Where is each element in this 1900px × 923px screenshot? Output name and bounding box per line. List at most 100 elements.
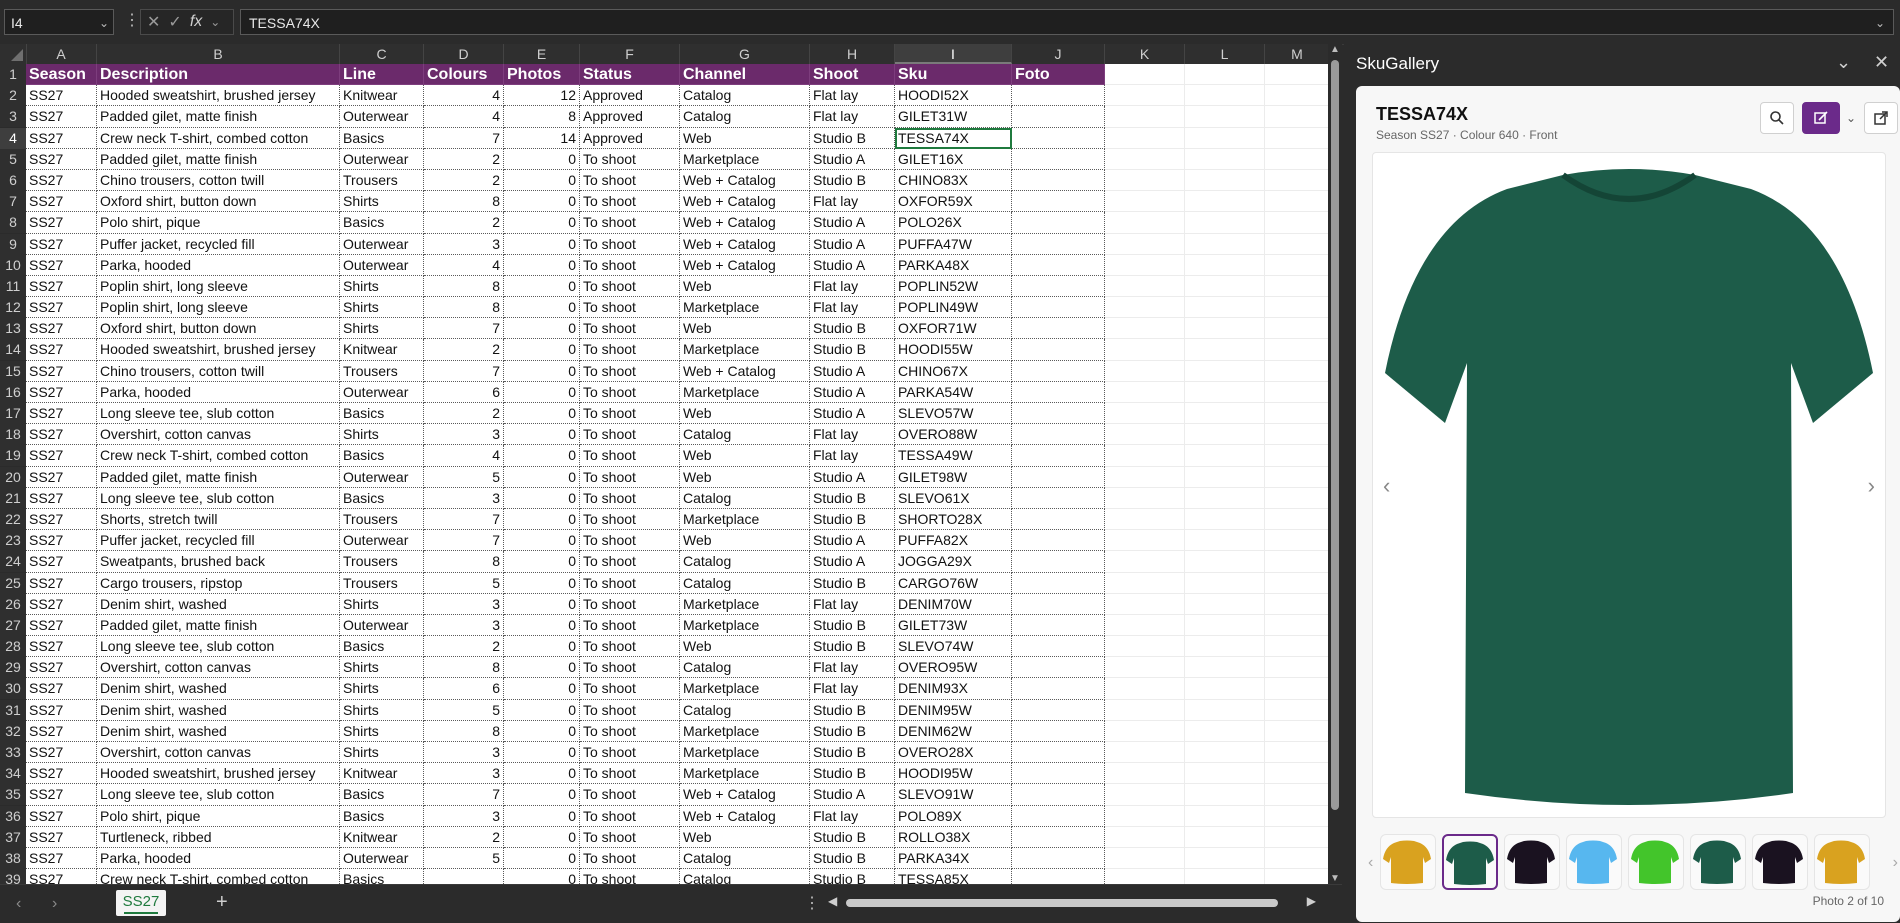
- empty-cell[interactable]: [1185, 191, 1265, 213]
- table-cell[interactable]: Outerwear: [340, 530, 424, 552]
- table-cell[interactable]: POLO26X: [895, 212, 1012, 234]
- table-cell[interactable]: To shoot: [580, 508, 680, 531]
- table-cell[interactable]: To shoot: [580, 699, 680, 721]
- table-cell[interactable]: Long sleeve tee, slub cotton: [97, 403, 340, 425]
- table-cell[interactable]: 3: [424, 742, 504, 764]
- table-cell[interactable]: Trousers: [340, 169, 424, 192]
- chevron-right-icon[interactable]: ›: [52, 895, 57, 913]
- table-cell[interactable]: TESSA49W: [895, 445, 1012, 467]
- table-cell[interactable]: 7: [424, 318, 504, 340]
- table-cell[interactable]: Approved: [580, 127, 680, 149]
- empty-cell[interactable]: [1105, 254, 1185, 276]
- table-cell[interactable]: 5: [424, 847, 504, 870]
- table-cell[interactable]: 0: [504, 339, 580, 361]
- empty-cell[interactable]: [1105, 275, 1185, 298]
- empty-cell[interactable]: [1185, 212, 1265, 234]
- empty-cell[interactable]: [1105, 381, 1185, 403]
- empty-cell[interactable]: [1185, 297, 1265, 319]
- table-cell[interactable]: 8: [424, 551, 504, 573]
- table-cell[interactable]: [1012, 699, 1105, 721]
- table-cell[interactable]: SS27: [26, 742, 97, 764]
- row-number[interactable]: 18: [0, 424, 26, 446]
- table-cell[interactable]: Shirts: [340, 318, 424, 340]
- table-cell[interactable]: Studio B: [810, 742, 895, 764]
- empty-cell[interactable]: [1185, 530, 1265, 552]
- column-header-f[interactable]: F: [580, 44, 680, 64]
- empty-cell[interactable]: [1105, 297, 1185, 319]
- table-cell[interactable]: Marketplace: [680, 678, 810, 700]
- table-cell[interactable]: HOODI95W: [895, 763, 1012, 785]
- table-cell[interactable]: To shoot: [580, 445, 680, 467]
- table-cell[interactable]: Catalog: [680, 572, 810, 594]
- empty-cell[interactable]: [1185, 720, 1265, 742]
- table-cell[interactable]: 6: [424, 678, 504, 700]
- table-cell[interactable]: [1012, 106, 1105, 128]
- table-cell[interactable]: Outerwear: [340, 148, 424, 170]
- table-cell[interactable]: OVERO95W: [895, 657, 1012, 679]
- table-cell[interactable]: SHORTO28X: [895, 508, 1012, 531]
- vertical-scrollbar[interactable]: ▲ ▼: [1328, 44, 1342, 884]
- table-cell[interactable]: SS27: [26, 487, 97, 509]
- chevron-right-icon[interactable]: ›: [1893, 854, 1898, 872]
- table-cell[interactable]: GILET31W: [895, 106, 1012, 128]
- table-cell[interactable]: To shoot: [580, 572, 680, 594]
- thumbnail[interactable]: [1690, 834, 1746, 890]
- table-cell[interactable]: Knitwear: [340, 85, 424, 107]
- table-cell[interactable]: 0: [504, 699, 580, 721]
- table-cell[interactable]: Studio B: [810, 614, 895, 637]
- table-cell[interactable]: [1012, 275, 1105, 298]
- table-cell[interactable]: [1012, 720, 1105, 742]
- table-cell[interactable]: SLEVO57W: [895, 403, 1012, 425]
- row-number[interactable]: 30: [0, 678, 26, 700]
- table-cell[interactable]: [1012, 508, 1105, 531]
- table-cell[interactable]: OXFOR71W: [895, 318, 1012, 340]
- table-cell[interactable]: To shoot: [580, 614, 680, 637]
- table-cell[interactable]: 4: [424, 445, 504, 467]
- horizontal-scrollbar[interactable]: ◀ ▶: [828, 894, 1316, 909]
- table-cell[interactable]: Studio A: [810, 360, 895, 382]
- table-cell[interactable]: 8: [424, 720, 504, 742]
- row-number[interactable]: 2: [0, 85, 26, 107]
- table-cell[interactable]: Web + Catalog: [680, 360, 810, 382]
- table-cell[interactable]: 4: [424, 106, 504, 128]
- table-cell[interactable]: SS27: [26, 784, 97, 806]
- table-cell[interactable]: SS27: [26, 148, 97, 170]
- table-cell[interactable]: Studio B: [810, 869, 895, 884]
- column-header-e[interactable]: E: [504, 44, 580, 64]
- table-cell[interactable]: 0: [504, 530, 580, 552]
- table-cell[interactable]: Flat lay: [810, 445, 895, 467]
- table-cell[interactable]: ROLLO38X: [895, 826, 1012, 848]
- empty-cell[interactable]: [1185, 169, 1265, 192]
- table-cell[interactable]: Basics: [340, 805, 424, 827]
- table-cell[interactable]: Web: [680, 445, 810, 467]
- table-cell[interactable]: SS27: [26, 763, 97, 785]
- empty-cell[interactable]: [1185, 593, 1265, 615]
- table-cell[interactable]: SLEVO74W: [895, 636, 1012, 658]
- table-cell[interactable]: [1012, 360, 1105, 382]
- table-cell[interactable]: Marketplace: [680, 593, 810, 615]
- table-cell[interactable]: Shirts: [340, 275, 424, 298]
- table-cell[interactable]: Outerwear: [340, 106, 424, 128]
- table-cell[interactable]: 8: [424, 297, 504, 319]
- empty-cell[interactable]: [1105, 318, 1185, 340]
- empty-cell[interactable]: [1185, 699, 1265, 721]
- table-cell[interactable]: Studio B: [810, 487, 895, 509]
- open-external-button[interactable]: [1864, 102, 1898, 134]
- empty-cell[interactable]: [1265, 636, 1330, 658]
- empty-cell[interactable]: [1105, 424, 1185, 446]
- column-header-g[interactable]: G: [680, 44, 810, 64]
- table-cell[interactable]: Knitwear: [340, 339, 424, 361]
- table-cell[interactable]: Flat lay: [810, 191, 895, 213]
- table-cell[interactable]: SLEVO91W: [895, 784, 1012, 806]
- table-cell[interactable]: To shoot: [580, 424, 680, 446]
- table-cell[interactable]: 0: [504, 551, 580, 573]
- empty-cell[interactable]: [1185, 466, 1265, 488]
- empty-cell[interactable]: [1105, 339, 1185, 361]
- column-title-cell[interactable]: Shoot: [810, 64, 895, 86]
- empty-cell[interactable]: [1185, 763, 1265, 785]
- empty-cell[interactable]: [1105, 212, 1185, 234]
- table-cell[interactable]: Padded gilet, matte finish: [97, 148, 340, 170]
- empty-cell[interactable]: [1105, 636, 1185, 658]
- table-cell[interactable]: 2: [424, 826, 504, 848]
- table-cell[interactable]: Marketplace: [680, 508, 810, 531]
